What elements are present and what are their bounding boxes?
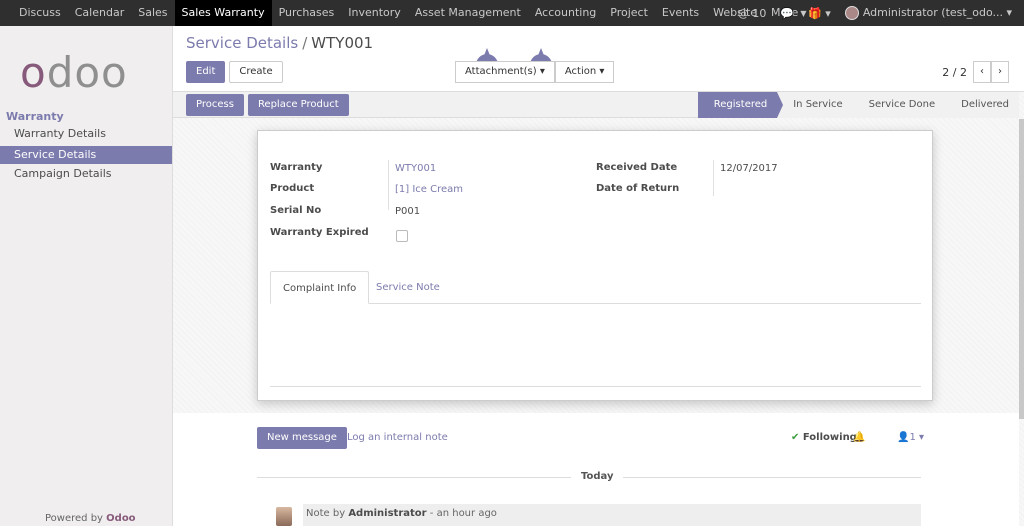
attachments-dropdown[interactable]: Attachment(s) ▾ [455,61,555,83]
tab-complaint-info[interactable]: Complaint Info [270,271,370,304]
caret-down-icon: ▾ [1006,6,1012,19]
menu-asset-management[interactable]: Asset Management [408,0,528,26]
bell-icon[interactable]: 🔔 [853,432,865,443]
user-menu[interactable]: Administrator (test_odo... ▾ [844,6,1012,20]
attachments-label: Attachment(s) [465,66,537,77]
form-sheet: Warranty WTY001 Product [1] Ice Cream Se… [257,130,933,401]
top-menu: Discuss Calendar Sales Sales Warranty Pu… [12,0,813,26]
followers-count: 1 [909,432,916,443]
status-bar: Process Replace Product Registered In Se… [173,92,1019,118]
chevron-left-icon[interactable]: ‹ [973,61,991,83]
new-message-button[interactable]: New message [257,427,347,449]
divider [388,160,389,210]
check-icon: ✔ [791,432,800,443]
menu-discuss[interactable]: Discuss [12,0,68,26]
form-buttons: Edit Create [186,61,283,83]
stage-registered[interactable]: Registered [697,92,784,118]
menu-sales[interactable]: Sales [131,0,174,26]
status-actions: Process Replace Product [186,94,349,116]
scrollbar[interactable] [1019,119,1024,419]
sidebar-actions: Attachment(s) ▾ Action ▾ [455,61,615,83]
powered-by: Powered by Odoo [45,513,136,524]
log-note-link[interactable]: Log an internal note [347,432,448,443]
activity-indicator[interactable]: @ 10 [738,7,767,20]
stage-pipeline: Registered In Service Service Done Deliv… [697,92,1019,118]
warranty-label: Warranty [270,162,323,173]
caret-down-icon: ▾ [539,66,545,77]
following-label: Following [802,432,857,443]
stage-in-service[interactable]: In Service [777,92,860,118]
breadcrumb-separator: / [302,34,308,52]
tab-pane-divider [270,386,921,387]
menu-inventory[interactable]: Inventory [341,0,408,26]
pager: 2 / 2 ‹ › [942,61,1009,83]
sidebar: odoo Warranty Warranty Details Service D… [0,26,173,526]
menu-events[interactable]: Events [655,0,706,26]
process-button[interactable]: Process [186,94,244,116]
gift-icon[interactable]: 🎁 ▾ [808,7,831,20]
replace-product-button[interactable]: Replace Product [247,94,349,116]
author-avatar[interactable] [276,507,292,526]
at-icon: @ [737,6,749,20]
divider [713,160,714,196]
chevron-right-icon[interactable]: › [991,61,1009,83]
menu-sales-warranty[interactable]: Sales Warranty [174,0,272,26]
breadcrumb-parent[interactable]: Service Details [186,34,298,52]
note-author[interactable]: Administrator [348,508,426,519]
tab-service-note[interactable]: Service Note [364,271,452,304]
create-button[interactable]: Create [229,61,283,83]
odoo-logo[interactable]: odoo [20,48,128,97]
caret-down-icon: ▾ [599,66,605,77]
menu-purchases[interactable]: Purchases [272,0,342,26]
chatter: New message Log an internal note ✔ Follo… [173,413,1019,526]
following-button[interactable]: ✔ Following [791,432,857,443]
messages-count: 10 [752,6,767,20]
action-label: Action [564,66,597,77]
edit-button[interactable]: Edit [186,61,226,83]
menu-accounting[interactable]: Accounting [528,0,603,26]
serial-label: Serial No [270,205,322,216]
menu-project[interactable]: Project [603,0,655,26]
user-name: Administrator (test_odo... [862,6,1003,19]
action-dropdown[interactable]: Action ▾ [554,61,615,83]
powered-by-link[interactable]: Odoo [106,513,135,524]
note-prefix: Note by [306,508,346,519]
menu-calendar[interactable]: Calendar [68,0,131,26]
product-field[interactable]: [1] Ice Cream [395,184,463,195]
date-of-return-label: Date of Return [596,183,680,194]
caret-down-icon: ▾ [919,432,925,443]
product-label: Product [270,183,315,194]
stage-service-done[interactable]: Service Done [852,92,952,118]
sidebar-item-service-details[interactable]: Service Details [0,146,172,164]
user-icon: 👤 [897,432,910,443]
caret-down-icon: ▾ [825,6,831,20]
date-separator-label: Today [571,471,624,482]
top-navbar: Discuss Calendar Sales Sales Warranty Pu… [0,0,1024,26]
warranty-field[interactable]: WTY001 [395,163,436,174]
systray: @ 10 💬 🎁 ▾ Administrator (test_odo... ▾ [738,0,1012,26]
sidebar-item-campaign-details[interactable]: Campaign Details [0,165,172,183]
warranty-expired-label: Warranty Expired [270,227,369,238]
avatar [844,6,859,20]
breadcrumb: Service Details / WTY001 [186,34,373,52]
message-item: Note by Administrator - an hour ago [303,504,921,526]
breadcrumb-current: WTY001 [311,34,374,52]
notebook-tabs: Complaint Info Service Note [270,271,921,304]
received-date-label: Received Date [596,162,678,173]
sidebar-item-warranty-details[interactable]: Warranty Details [0,125,172,143]
control-panel: Service Details / WTY001 Edit Create Attac… [173,26,1024,92]
stage-delivered[interactable]: Delivered [945,92,1019,118]
received-date-field[interactable]: 12/07/2017 [720,163,778,174]
pager-value[interactable]: 2 / 2 [942,66,967,79]
followers-dropdown[interactable]: 👤1 ▾ [897,432,924,443]
serial-field[interactable]: P001 [395,206,420,217]
sidebar-section-warranty: Warranty [6,110,64,123]
note-time: - an hour ago [429,508,497,519]
chat-icon[interactable]: 💬 [780,7,794,20]
powered-by-label: Powered by [45,513,103,524]
pager-arrows: ‹ › [973,61,1009,83]
warranty-expired-checkbox[interactable] [396,230,408,242]
form-view: Process Replace Product Registered In Se… [173,92,1024,526]
